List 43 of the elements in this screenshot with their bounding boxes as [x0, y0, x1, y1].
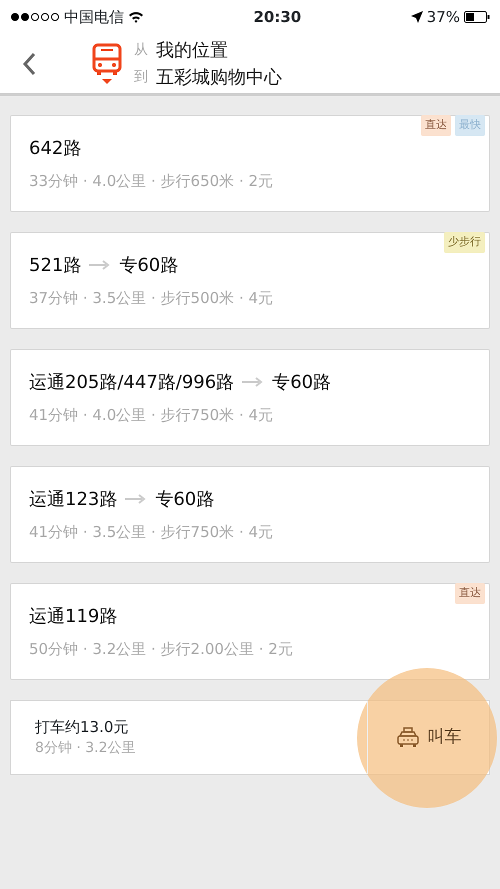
route-details: 50分钟 · 3.2公里 · 步行2.00公里 · 2元: [29, 638, 294, 660]
route-details: 41分钟 · 4.0公里 · 步行750米 · 4元: [29, 404, 274, 426]
origin-text: 我的位置: [156, 38, 228, 62]
route-name: 521路: [29, 254, 82, 278]
route-card[interactable]: 642路 33分钟 · 4.0公里 · 步行650米 · 2元 直达 最快: [10, 115, 490, 212]
route-details: 33分钟 · 4.0公里 · 步行650米 · 2元: [29, 170, 274, 192]
call-taxi-button[interactable]: 叫车: [367, 701, 489, 774]
location-arrow-icon: [410, 11, 423, 23]
taxi-fare: 打车约13.0元: [35, 716, 130, 738]
arrow-icon: [125, 494, 148, 504]
from-label: 从: [134, 40, 149, 60]
route-name: 642路: [29, 136, 82, 161]
carrier-name: 中国电信: [64, 6, 124, 28]
route-tag: 直达: [421, 115, 451, 136]
route-name: 运通205路/447路/996路: [29, 370, 234, 395]
arrow-icon: [242, 377, 264, 388]
route-details: 37分钟 · 3.5公里 · 步行500米 · 4元: [29, 288, 274, 309]
route-details: 41分钟 · 3.5公里 · 步行750米 · 4元: [29, 522, 274, 543]
route-card[interactable]: 运通205路/447路/996路 专60路 41分钟 · 4.0公里 · 步行750米 · 4元: [10, 349, 490, 446]
route-name: 专60路: [155, 488, 214, 512]
route-name: 专60路: [272, 370, 332, 395]
destination-text: 五彩城购物中心: [156, 66, 282, 90]
back-icon: [22, 52, 36, 76]
route-card[interactable]: 521路 专60路 37分钟 · 3.5公里 · 步行500米 · 4元 少步行: [10, 232, 490, 329]
wifi-icon: [128, 11, 144, 23]
route-tag: 最快: [455, 115, 485, 136]
battery-icon: [464, 11, 490, 23]
route-tag: 少步行: [444, 232, 485, 252]
clock-time: 20:30: [252, 6, 302, 28]
signal-icon: [10, 12, 60, 22]
back-button[interactable]: [22, 52, 36, 76]
route-tag: 直达: [455, 583, 485, 604]
route-name: 运通123路: [29, 488, 118, 512]
route-name: 运通119路: [29, 604, 118, 629]
route-card[interactable]: 运通119路 50分钟 · 3.2公里 · 步行2.00公里 · 2元 直达: [10, 583, 490, 680]
route-card[interactable]: 运通123路 专60路 41分钟 · 3.5公里 · 步行750米 · 4元: [10, 466, 490, 563]
taxi-details: 8分钟 · 3.2公里: [35, 739, 137, 758]
route-name: 专60路: [119, 254, 178, 278]
bus-icon: [92, 42, 122, 84]
arrow-icon: [89, 260, 112, 270]
to-label: 到: [134, 68, 149, 86]
battery-percent: 37%: [426, 6, 460, 28]
car-icon: [396, 726, 420, 748]
